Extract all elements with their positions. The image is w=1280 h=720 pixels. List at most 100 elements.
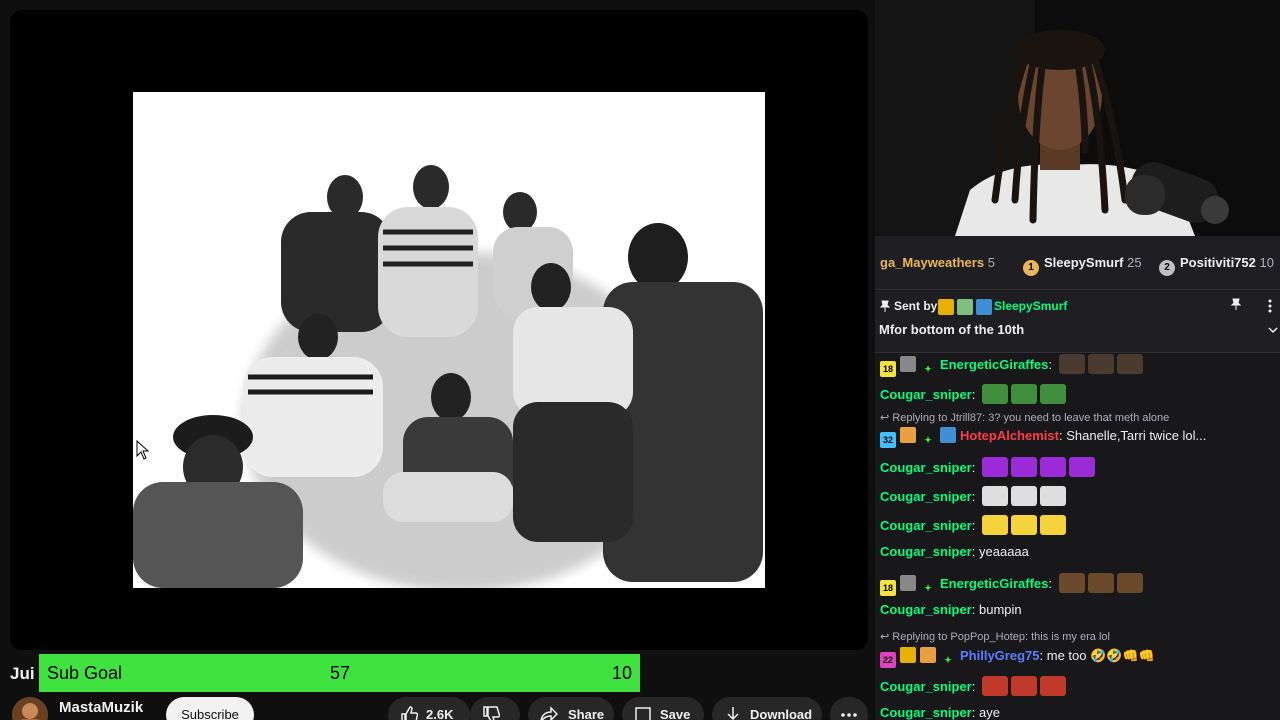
group-photo-image — [133, 92, 765, 588]
sub-months-badge: 18 — [880, 580, 896, 596]
group-photo — [133, 92, 765, 588]
chat-message[interactable]: 22 ✦ PhillyGreg75: me too 🤣🤣👊👊 — [880, 647, 1155, 668]
share-button[interactable]: Share — [528, 697, 614, 720]
emote-icon — [1116, 573, 1143, 593]
sub-goal-bar: Sub Goal 57 10 — [39, 654, 640, 692]
leaderboard-entry[interactable]: 1 SleepySmurf 25 — [1023, 255, 1142, 276]
chat-text: Shanelle,Tarri twice lol... — [1066, 428, 1207, 443]
chat-username[interactable]: HotepAlchemist — [960, 428, 1059, 443]
save-button[interactable]: Save — [622, 697, 704, 720]
chat-panel: ga_Mayweathers 5 1 SleepySmurf 2 5 2 Positi… — [875, 236, 1280, 720]
chat-username[interactable]: EnergeticGiraffes — [940, 357, 1048, 372]
pepe-emote-icon — [1011, 384, 1037, 404]
chat-username[interactable]: PhillyGreg75 — [960, 648, 1039, 663]
channel-avatar[interactable] — [12, 697, 48, 720]
chevron-down-icon[interactable] — [1268, 327, 1278, 335]
pin-toggle-icon[interactable] — [1231, 298, 1241, 310]
mod-badge-icon — [900, 575, 916, 591]
chat-message[interactable]: Cougar_sniper: — [880, 486, 1066, 506]
video-player-area: Jui Sub Goal 57 10 MastaMuzik Subscribe … — [0, 0, 875, 720]
chat-message[interactable]: 32 ✦ HotepAlchemist: Shanelle,Tarri twice … — [880, 427, 1206, 448]
chat-username[interactable]: Cougar_sniper — [880, 705, 972, 720]
leaderboard-name: ga_Mayweathers — [880, 255, 985, 270]
chat-message[interactable]: Cougar_sniper: aye — [880, 705, 1000, 720]
download-button[interactable]: Download — [712, 697, 822, 720]
sparkle-badge-icon: ✦ — [924, 364, 932, 374]
pepe-emote-icon — [1040, 384, 1066, 404]
save-label: Save — [660, 707, 691, 720]
chat-username[interactable]: Cougar_sniper — [880, 544, 972, 559]
more-horizontal-icon — [841, 713, 857, 717]
more-actions-button[interactable] — [830, 697, 868, 720]
pinned-sender[interactable]: SleepySmurf — [994, 299, 1067, 313]
gift-leaderboard: ga_Mayweathers 5 1 SleepySmurf 2 5 2 Positi… — [875, 236, 1280, 290]
video-title: Jui — [10, 664, 35, 683]
silver-medal-icon: 2 — [1159, 260, 1175, 276]
chat-username[interactable]: EnergeticGiraffes — [940, 576, 1048, 591]
download-label: Download — [750, 707, 813, 720]
chat-username[interactable]: Cougar_sniper — [880, 460, 972, 475]
chat-text: bumpin — [979, 602, 1022, 617]
chat-text: aye — [979, 705, 1000, 720]
like-count: 2.6K — [426, 707, 454, 720]
face-emote-icon — [1011, 676, 1037, 696]
thumbs-down-icon — [483, 706, 500, 720]
leaderboard-count: 5 — [987, 255, 995, 270]
sub-badge-icon — [957, 299, 973, 315]
leaderboard-entry[interactable]: 2 Positiviti752 10 — [1159, 255, 1274, 276]
channel-name[interactable]: MastaMuzik — [59, 699, 143, 716]
reply-context[interactable]: ↩ Replying to Jtrill87: 3? you need to l… — [880, 411, 1169, 424]
chat-username[interactable]: Cougar_sniper — [880, 518, 972, 533]
emote-icon — [1058, 354, 1085, 374]
sub-goal-label: Sub Goal — [47, 663, 123, 683]
chat-username[interactable]: Cougar_sniper — [880, 387, 972, 402]
more-vertical-icon[interactable] — [1267, 299, 1273, 313]
sub-months-badge: 18 — [880, 361, 896, 377]
leaderboard-name: SleepySmurf — [1044, 255, 1124, 270]
gold-medal-icon: 1 — [1023, 260, 1039, 276]
smiley-emote-icon — [1040, 515, 1066, 535]
leaderboard-entry[interactable]: ga_Mayweathers 5 — [880, 255, 995, 270]
chat-message[interactable]: Cougar_sniper: bumpin — [880, 602, 1022, 617]
sub-months-badge: 22 — [880, 652, 896, 668]
chat-message[interactable]: Cougar_sniper: — [880, 384, 1066, 404]
streamer-webcam — [875, 0, 1280, 236]
subscribe-button[interactable]: Subscribe — [166, 697, 254, 720]
thumbs-up-icon — [401, 706, 418, 720]
emote-icon — [1087, 354, 1114, 374]
verified-badge-icon — [976, 299, 992, 315]
leaderboard-count: 10 — [1259, 255, 1274, 270]
emote-icon — [1116, 354, 1143, 374]
leaderboard-name: Positiviti752 — [1180, 255, 1256, 270]
download-icon — [727, 707, 739, 720]
chat-username[interactable]: Cougar_sniper — [880, 489, 972, 504]
dislike-button[interactable] — [470, 697, 520, 720]
emote-icon — [1087, 573, 1114, 593]
sub-months-badge: 32 — [880, 432, 896, 448]
chat-message[interactable]: Cougar_sniper: — [880, 676, 1066, 696]
chat-text: me too 🤣🤣👊👊 — [1046, 648, 1155, 663]
sparkle-badge-icon: ✦ — [924, 583, 932, 593]
chat-username[interactable]: Cougar_sniper — [880, 679, 972, 694]
chat-username[interactable]: Cougar_sniper — [880, 602, 972, 617]
webcam-image — [875, 0, 1280, 236]
like-button[interactable]: 2.6K — [388, 697, 470, 720]
equalizer-emote-icon — [1069, 457, 1095, 477]
smiley-emote-icon — [1011, 515, 1037, 535]
emote-icon — [1058, 573, 1085, 593]
duck-emote-icon — [982, 486, 1008, 506]
equalizer-emote-icon — [1040, 457, 1066, 477]
chat-message[interactable]: 18 ✦ EnergeticGiraffes: — [880, 354, 1143, 377]
reply-context[interactable]: ↩ Replying to PopPop_Hotep: this is my e… — [880, 630, 1110, 643]
chat-message[interactable]: Cougar_sniper: yeaaaaa — [880, 544, 1029, 559]
chat-message[interactable]: Cougar_sniper: — [880, 457, 1095, 477]
chat-message[interactable]: Cougar_sniper: — [880, 515, 1066, 535]
chat-text: yeaaaaa — [979, 544, 1029, 559]
video-frame[interactable] — [10, 10, 868, 650]
gift-badge-icon — [920, 647, 936, 663]
avatar-image — [12, 697, 48, 720]
reply-text: Replying to PopPop_Hotep: this is my era… — [892, 631, 1110, 643]
crown-badge-icon — [938, 299, 954, 315]
save-icon — [635, 707, 651, 720]
chat-message[interactable]: 18 ✦ EnergeticGiraffes: — [880, 573, 1143, 596]
